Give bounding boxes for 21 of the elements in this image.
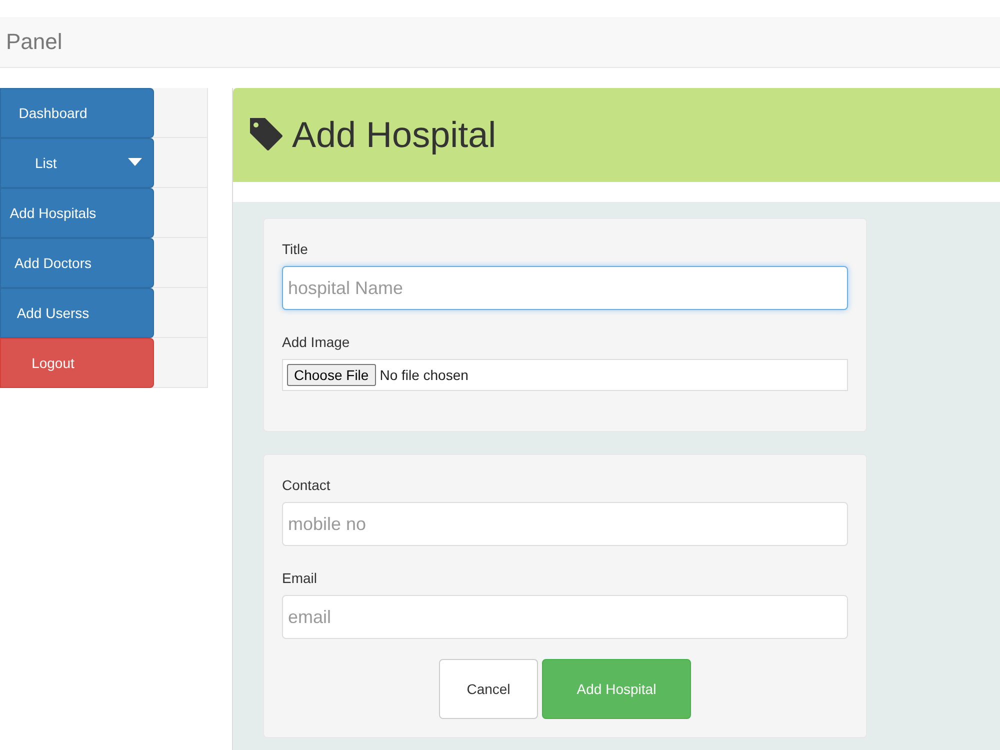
cancel-button[interactable]: Cancel [439,659,538,719]
field-label: Email [282,569,318,588]
dropdown-menu-item[interactable]: List [0,138,154,188]
menu-label: List [35,155,57,171]
sidebar-item[interactable]: Dashboard [0,88,154,138]
submit-button[interactable]: Add Hospital [542,659,691,719]
sidebar-item[interactable]: Add Hospitals [0,188,154,238]
sidebar-item[interactable]: Add Userss [0,288,154,338]
navbar-brand[interactable]: Panel [6,31,62,53]
field-label: Add Image [282,333,350,352]
file-status-text: No file chosen [380,366,468,384]
logout-button[interactable]: Logout [0,338,154,388]
field-label: Contact [282,476,330,495]
sidebar-item[interactable]: Add Doctors [0,238,154,288]
file-input-field[interactable]: Choose File No file chosen [282,359,848,391]
page-title: Add Hospital [292,117,496,153]
field-label: Title [282,240,308,259]
tag-icon [248,116,284,152]
input-field[interactable]: hospital Name [282,266,848,310]
caret-down-icon [128,158,142,166]
choose-file-button[interactable]: Choose File [287,364,376,386]
